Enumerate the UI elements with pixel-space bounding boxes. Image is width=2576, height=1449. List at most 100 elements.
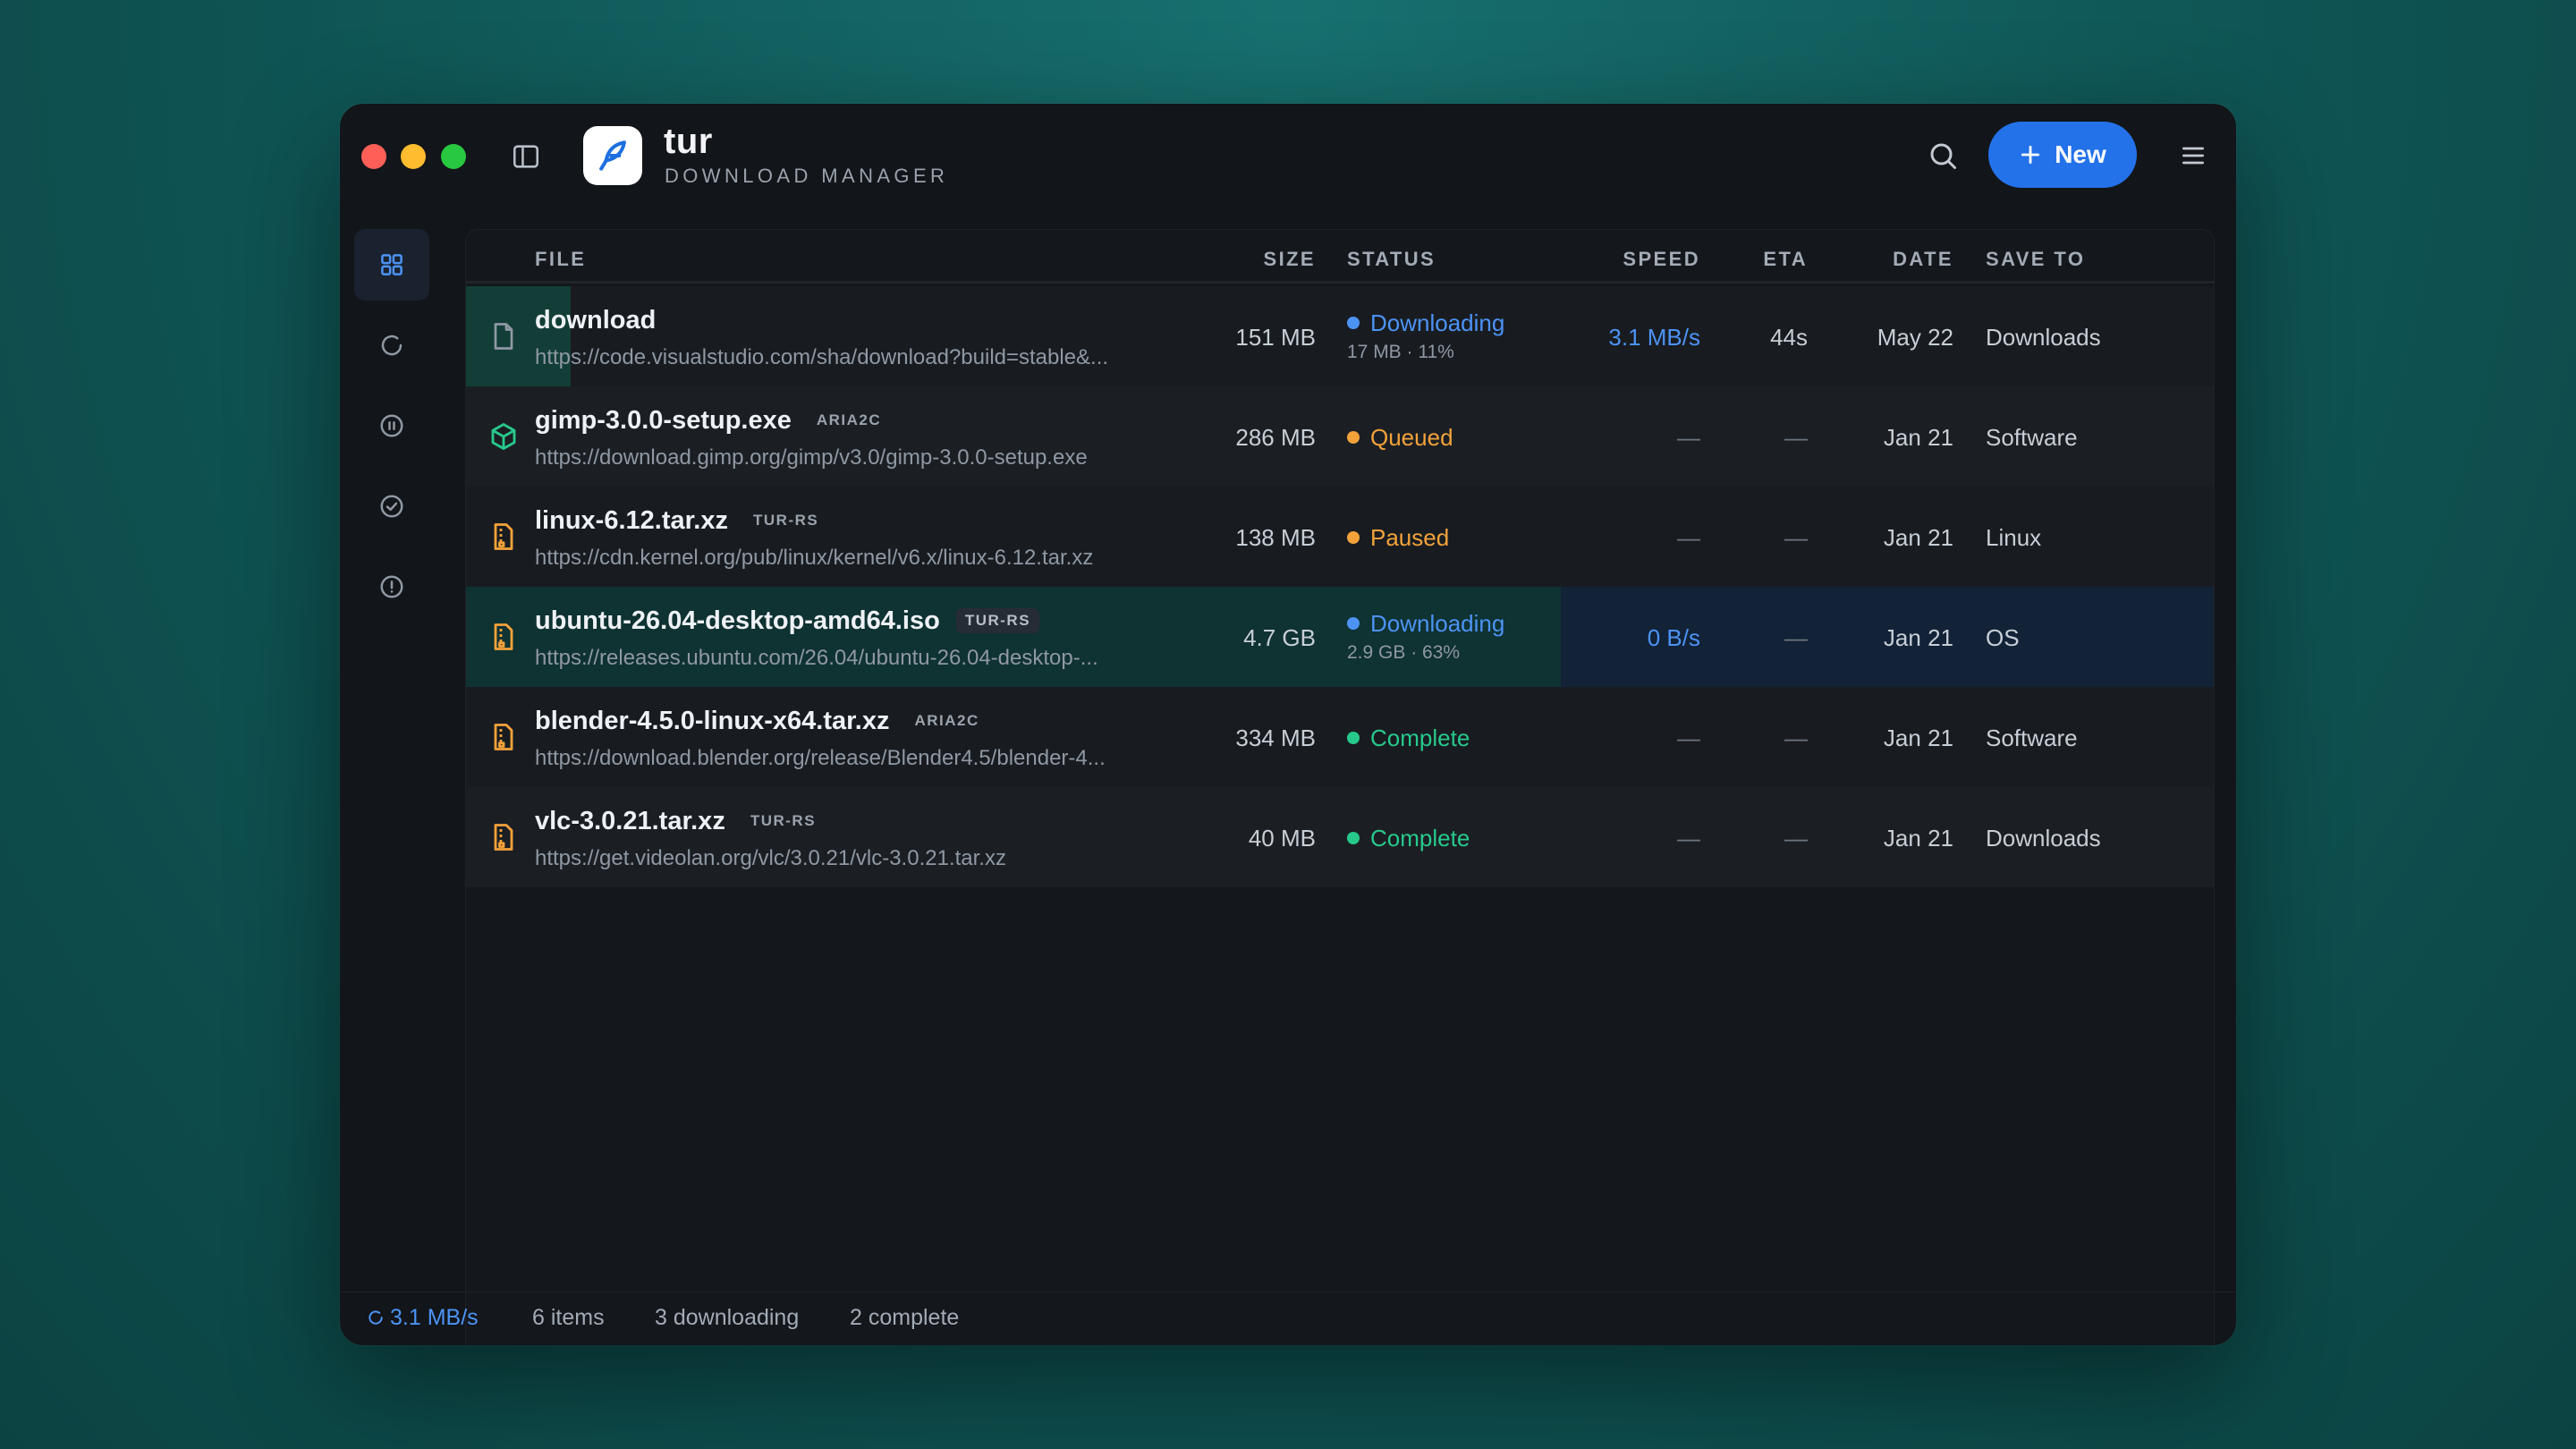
- title-bar: tur DOWNLOAD MANAGER New: [340, 104, 2236, 208]
- grid-icon: [381, 254, 402, 275]
- new-button-label: New: [2055, 140, 2106, 168]
- status-item-count: 6 items: [532, 1305, 605, 1330]
- file-url: https://cdn.kernel.org/pub/linux/kernel/…: [535, 546, 1094, 570]
- date-added: Jan 21: [1883, 524, 1953, 551]
- download-speed: 0 B/s: [1647, 624, 1700, 651]
- status-dot: [1347, 617, 1360, 630]
- date-added: Jan 21: [1883, 724, 1953, 751]
- status-dot: [1347, 431, 1360, 444]
- minimize-window-button[interactable]: [401, 144, 426, 169]
- file-name: download: [535, 306, 657, 335]
- status-badge: Downloading: [1347, 309, 1504, 337]
- file-url: https://download.blender.org/release/Ble…: [535, 746, 1106, 770]
- header-status[interactable]: STATUS: [1347, 248, 1436, 271]
- engine-tag: TUR-RS: [955, 608, 1040, 633]
- status-speed-value: 3.1 MB/s: [390, 1305, 479, 1330]
- app-subtitle: DOWNLOAD MANAGER: [665, 165, 949, 187]
- save-location: OS: [1986, 624, 2020, 651]
- download-speed: —: [1677, 724, 1700, 751]
- eta: —: [1784, 825, 1808, 852]
- eta: —: [1784, 524, 1808, 551]
- file-size: 4.7 GB: [1243, 624, 1316, 651]
- maximize-window-button[interactable]: [441, 144, 466, 169]
- table-row[interactable]: gimp-3.0.0-setup.exe ARIA2C https://downlo…: [466, 386, 2214, 487]
- status-badge: Queued: [1347, 424, 1453, 452]
- nav-downloading[interactable]: [354, 309, 429, 381]
- nav-errors[interactable]: [354, 551, 429, 623]
- archive-icon: [487, 821, 520, 853]
- header-date[interactable]: DATE: [1893, 248, 1953, 271]
- app-title: tur: [664, 122, 713, 161]
- feather-icon: [599, 140, 626, 171]
- file-url: https://code.visualstudio.com/sha/downlo…: [535, 345, 1109, 369]
- header-size[interactable]: SIZE: [1264, 248, 1317, 271]
- eta: —: [1784, 624, 1808, 651]
- downloads-table: FILE SIZE STATUS SPEED ETA DATE SAVE TO …: [465, 229, 2215, 1345]
- date-added: Jan 21: [1883, 624, 1953, 651]
- status-total-speed: 3.1 MB/s: [367, 1305, 479, 1331]
- file-size: 286 MB: [1235, 424, 1316, 451]
- check-circle-icon: [380, 495, 403, 518]
- status-dot: [1347, 832, 1360, 844]
- archive-icon: [487, 621, 520, 653]
- table-row[interactable]: download https://code.visualstudio.com/sh…: [466, 286, 2214, 386]
- app-logo: [583, 126, 642, 185]
- table-row[interactable]: ubuntu-26.04-desktop-amd64.iso TUR-RS http…: [466, 587, 2214, 687]
- file-url: https://get.videolan.org/vlc/3.0.21/vlc-…: [535, 846, 1006, 870]
- header-file[interactable]: FILE: [535, 248, 586, 271]
- nav-all[interactable]: [354, 229, 429, 301]
- close-window-button[interactable]: [361, 144, 386, 169]
- search-icon[interactable]: [1927, 140, 1959, 172]
- engine-tag: ARIA2C: [816, 411, 882, 428]
- table-header: FILE SIZE STATUS SPEED ETA DATE SAVE TO: [466, 230, 2214, 284]
- file-url: https://download.gimp.org/gimp/v3.0/gimp…: [535, 445, 1088, 470]
- download-speed: —: [1677, 424, 1700, 451]
- nav-paused[interactable]: [354, 390, 429, 462]
- header-speed[interactable]: SPEED: [1623, 248, 1700, 271]
- file-url: https://releases.ubuntu.com/26.04/ubuntu…: [535, 646, 1098, 670]
- file-name: vlc-3.0.21.tar.xz TUR-RS: [535, 807, 825, 836]
- status-complete-count: 2 complete: [850, 1305, 960, 1330]
- file-size: 40 MB: [1248, 825, 1316, 852]
- eta: —: [1784, 724, 1808, 751]
- pause-circle-icon: [380, 414, 403, 437]
- save-location: Linux: [1986, 524, 2042, 551]
- app-window: tur DOWNLOAD MANAGER New FILE SIZE STATU…: [340, 104, 2236, 1345]
- file-name: ubuntu-26.04-desktop-amd64.iso TUR-RS: [535, 606, 1040, 636]
- new-download-button[interactable]: New: [1988, 122, 2137, 188]
- save-location: Software: [1986, 424, 2078, 451]
- status-dot: [1347, 531, 1360, 544]
- status-bar: 3.1 MB/s 6 items 3 downloading 2 complet…: [340, 1292, 2236, 1345]
- file-size: 334 MB: [1235, 724, 1316, 751]
- status-progress-text: 17 MB · 11%: [1347, 342, 1454, 362]
- status-downloading-count: 3 downloading: [655, 1305, 800, 1330]
- status-dot: [1347, 317, 1360, 329]
- file-name: gimp-3.0.0-setup.exe ARIA2C: [535, 406, 890, 436]
- file-name: linux-6.12.tar.xz TUR-RS: [535, 506, 827, 536]
- file-size: 138 MB: [1235, 524, 1316, 551]
- date-added: May 22: [1877, 324, 1953, 351]
- engine-tag: ARIA2C: [914, 712, 979, 729]
- spinner-icon: [369, 1310, 383, 1325]
- table-row[interactable]: vlc-3.0.21.tar.xz TUR-RS https://get.video…: [466, 787, 2214, 887]
- eta: —: [1784, 424, 1808, 451]
- table-row[interactable]: blender-4.5.0-linux-x64.tar.xz ARIA2C http…: [466, 687, 2214, 787]
- table-row[interactable]: linux-6.12.tar.xz TUR-RS https://cdn.kerne…: [466, 487, 2214, 587]
- file-name: blender-4.5.0-linux-x64.tar.xz ARIA2C: [535, 707, 988, 736]
- plus-icon: [2021, 145, 2040, 165]
- archive-icon: [487, 721, 520, 753]
- status-badge: Complete: [1347, 825, 1470, 852]
- nav-completed[interactable]: [354, 470, 429, 542]
- download-speed: —: [1677, 524, 1700, 551]
- file-size: 151 MB: [1235, 324, 1316, 351]
- engine-tag: TUR-RS: [753, 512, 819, 529]
- hamburger-menu-icon[interactable]: [2179, 141, 2207, 170]
- header-save-to[interactable]: SAVE TO: [1986, 248, 2085, 271]
- status-badge: Complete: [1347, 724, 1470, 752]
- status-progress-text: 2.9 GB · 63%: [1347, 642, 1461, 663]
- sidebar-toggle-icon[interactable]: [511, 141, 541, 172]
- spinner-icon: [381, 335, 402, 356]
- header-eta[interactable]: ETA: [1763, 248, 1808, 271]
- eta: 44s: [1770, 324, 1808, 351]
- save-location: Downloads: [1986, 825, 2101, 852]
